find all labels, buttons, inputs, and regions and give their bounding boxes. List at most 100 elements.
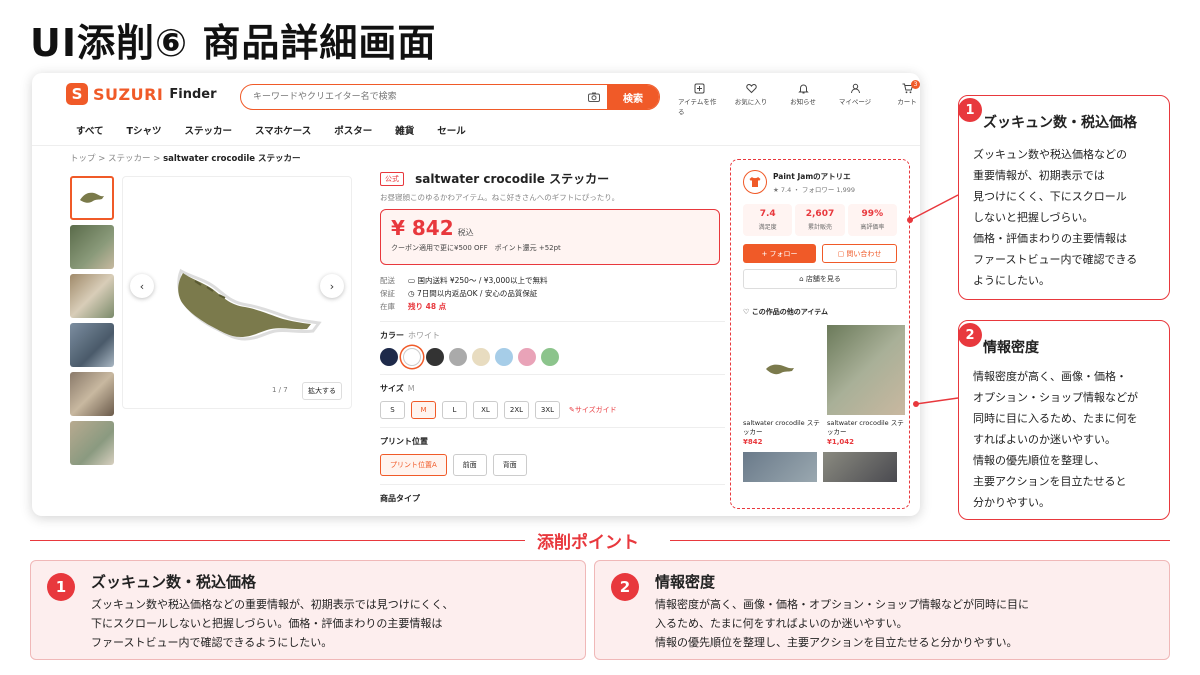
camera-icon[interactable] [581,85,607,109]
shop-actions: + フォロー ▢ 問い合わせ [743,244,897,263]
color-swatch-black[interactable] [426,348,444,366]
color-swatch-gray[interactable] [449,348,467,366]
other-items: saltwater crocodile ステッカー ¥842 saltwater… [743,325,905,446]
point-2: 2 情報密度 情報密度が高く、画像・価格・オプション・ショップ情報などが同時に目… [594,560,1170,660]
heart-icon [745,83,757,94]
thumbnail-4[interactable] [70,323,114,367]
thumbnail-1[interactable] [70,176,114,220]
nav-item-tshirt[interactable]: Tシャツ [126,123,161,137]
size-options: S M L XL 2XL 3XL ✎サイズガイド [380,401,725,419]
divider [380,484,725,485]
point-1: 1 ズッキュン数・税込価格 ズッキュン数や税込価格などの重要情報が、初期表示では… [30,560,586,660]
other-item-1[interactable]: saltwater crocodile ステッカー ¥842 [743,325,821,446]
other-item-4[interactable] [823,452,897,482]
size-xl[interactable]: XL [473,401,498,419]
stock-value: 残り 48 点 [408,302,447,311]
product-type-label: 商品タイプ [380,494,420,503]
callout-1: 1 ズッキュン数・税込価格 ズッキュン数や税込価格などの 重要情報が、初期表示では… [958,95,1170,300]
official-badge: 公式 [380,171,404,186]
color-swatch-lightblue[interactable] [495,348,513,366]
search-input[interactable] [241,85,581,109]
shop-name: Paint Jamのアトリエ [773,171,851,181]
nav-item-goods[interactable]: 雑貨 [395,123,414,137]
size-s[interactable]: S [380,401,405,419]
callout-1-number: 1 [958,98,982,122]
nav-item-sale[interactable]: セール [437,123,466,137]
view-store-button[interactable]: ⌂ 店舗を見る [743,269,897,289]
cart-button[interactable]: 3 カート [886,80,920,116]
breadcrumb-current: saltwater crocodile ステッカー [163,154,301,164]
color-swatch-green[interactable] [541,348,559,366]
nav-item-poster[interactable]: ポスター [334,123,372,137]
item-image [743,325,821,415]
breadcrumb-sticker[interactable]: ステッカー [108,154,151,164]
shop-header[interactable]: Paint Jamのアトリエ ★ 7.4 ・ フォロワー 1,999 [743,170,897,194]
user-icon [850,83,860,94]
next-image-button[interactable]: › [320,274,344,298]
favorites-button[interactable]: お気に入り [730,83,772,116]
main-product-image[interactable] [122,176,352,409]
search-button[interactable]: 検索 [607,85,659,109]
color-options [380,348,725,366]
store-icon: ⌂ [799,275,806,283]
meta-key: 保証 [380,289,395,298]
chat-icon: ▢ [837,249,847,258]
print-a-button[interactable]: プリント位置A [380,454,447,476]
points-divider-left [30,540,525,541]
print-label: プリント位置 [380,437,428,446]
other-items-row-2 [743,452,897,482]
price-box: ¥ 842 税込 クーポン適用で更に¥500 OFF ポイント還元 +52pt [380,209,720,265]
item-price: ¥842 [743,438,763,446]
size-2xl[interactable]: 2XL [504,401,529,419]
tax-label: 税込 [457,228,474,237]
breadcrumb-top[interactable]: トップ [70,154,96,164]
color-swatch-beige[interactable] [472,348,490,366]
product-gallery: ‹ › 1 / 7 拡大する [62,168,352,516]
slide-title: UI添削⑥ 商品詳細画面 [30,21,437,65]
product-title: saltwater crocodile ステッカー [415,172,610,186]
product-meta: 配送 ▭ 国内送料 ¥250〜 / ¥3,000以上で無料 保証 ◷ 7日間以内返品… [380,274,725,313]
callout-1-text: ズッキュン数や税込価格などの 重要情報が、初期表示では 見つけにくく、下にスクロール… [973,148,1138,287]
size-guide-link[interactable]: ✎サイズガイド [569,405,617,415]
other-item-3[interactable] [743,452,817,482]
stat-rating: 99% 高評価率 [847,204,897,236]
image-counter: 1 / 7 [272,386,288,394]
thumbnail-5[interactable] [70,372,114,416]
print-options: プリント位置A 前面 背面 [380,454,725,476]
size-3xl[interactable]: 3XL [535,401,560,419]
prev-image-button[interactable]: ‹ [130,274,154,298]
thumbnail-3[interactable] [70,274,114,318]
item-name: saltwater crocodile ステッカー [827,419,904,436]
shop-avatar [743,170,767,194]
nav-item-phonecase[interactable]: スマホケース [255,123,311,137]
meta-value: 国内送料 ¥250〜 / ¥3,000以上で無料 [417,276,548,285]
size-m[interactable]: M [411,401,436,419]
mypage-button[interactable]: マイページ [834,83,876,116]
nav-item-all[interactable]: すべて [76,123,103,137]
color-swatch-navy[interactable] [380,348,398,366]
create-item-button[interactable]: アイテムを作る [678,83,720,116]
color-swatch-pink[interactable] [518,348,536,366]
thumbnail-2[interactable] [70,225,114,269]
site-header: S SUZURI Finder 検索 アイテムを作る お気に入り お知らせ [32,73,920,121]
contact-button[interactable]: ▢ 問い合わせ [822,244,897,263]
size-l[interactable]: L [442,401,467,419]
create-icon [694,83,704,94]
color-swatch-white[interactable] [403,348,421,366]
size-label: サイズ M [380,384,415,393]
size-value: M [407,384,415,393]
zoom-button[interactable]: 拡大する [302,382,342,400]
logo[interactable]: S SUZURI Finder [66,83,217,105]
notifications-button[interactable]: お知らせ [782,83,824,116]
other-item-2[interactable]: saltwater crocodile ステッカー ¥1,042 [827,325,905,446]
point-2-text: 情報密度が高く、画像・価格・オプション・ショップ情報などが同時に目に 入るため、た… [655,598,1029,649]
print-front-button[interactable]: 前面 [452,454,487,476]
thumbnail-6[interactable] [70,421,114,465]
print-back-button[interactable]: 背面 [492,454,527,476]
logo-sub: Finder [169,86,217,102]
product-info: 公式 saltwater crocodile ステッカー お昼寝顔このゆるかわア… [380,168,725,504]
nav-item-sticker[interactable]: ステッカー [184,123,232,137]
search-bar: 検索 [240,84,660,110]
stat-sales: 2,607 累計販売 [795,204,845,236]
follow-button[interactable]: + フォロー [743,244,816,263]
